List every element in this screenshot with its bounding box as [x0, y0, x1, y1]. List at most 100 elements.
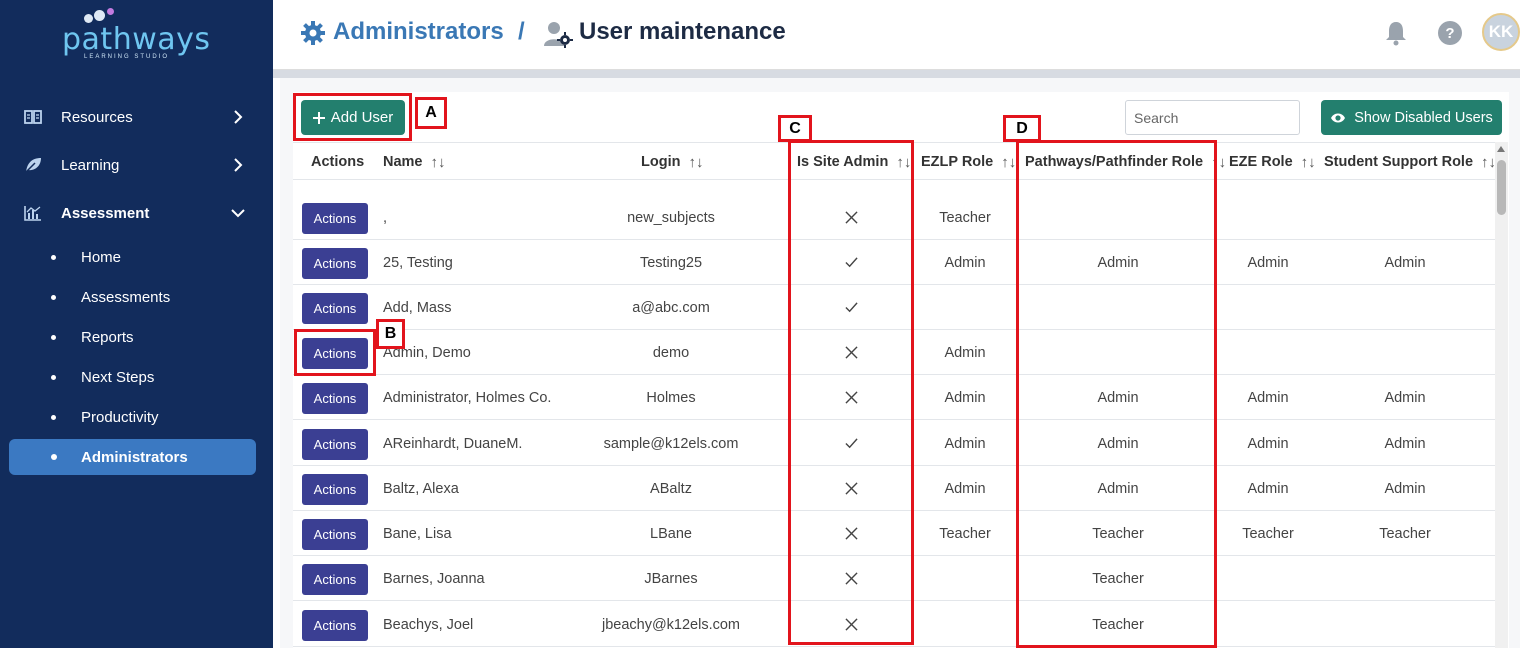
actions-button[interactable]: Actions: [302, 564, 368, 595]
scroll-up-arrow[interactable]: [1497, 146, 1505, 152]
cell-ezlp-role: Admin: [944, 435, 986, 452]
help-icon[interactable]: ?: [1438, 21, 1462, 45]
cell-ezlp-role: Admin: [944, 389, 986, 406]
actions-button[interactable]: Actions: [302, 203, 368, 234]
eye-icon: [1331, 113, 1346, 122]
actions-button[interactable]: Actions: [302, 293, 368, 324]
actions-button[interactable]: Actions: [302, 383, 368, 414]
breadcrumb-separator: /: [518, 18, 525, 45]
cell-student-support-role: Admin: [1384, 480, 1426, 497]
scrollbar[interactable]: [1495, 142, 1508, 648]
cell-login: JBarnes: [644, 570, 698, 587]
column-header-ezlp-role[interactable]: EZLP Role ↑↓: [921, 143, 1016, 181]
book-icon: [24, 110, 42, 124]
header-divider: [273, 70, 1520, 78]
chevron-down-icon: [231, 209, 245, 218]
cell-ezlp-role: [915, 285, 1015, 330]
page-header: Administrators / User maintenance ? KK: [273, 0, 1520, 70]
cell-eze-role: Admin: [1247, 480, 1289, 497]
cell-eze-role: Admin: [1247, 435, 1289, 452]
sort-icon[interactable]: ↑↓: [1481, 154, 1496, 171]
sidebar-item-label: Assessment: [61, 204, 150, 222]
column-header-student-support-role[interactable]: Student Support Role ↑↓: [1324, 143, 1496, 181]
sort-icon[interactable]: ↑↓: [1301, 154, 1316, 171]
cell-eze-role: [1218, 285, 1318, 330]
bullet-icon: [51, 374, 56, 380]
column-header-actions: Actions: [311, 154, 365, 170]
sort-icon[interactable]: ↑↓: [431, 154, 446, 171]
sidebar-item-label: Learning: [61, 156, 120, 174]
annotation-label-a: A: [415, 97, 447, 129]
cell-student-support-role: [1345, 330, 1465, 375]
sidebar-subitem-reports[interactable]: Reports: [0, 319, 273, 355]
annotation-label-c: C: [778, 115, 812, 142]
sidebar-subitem-label: Administrators: [81, 448, 188, 466]
cell-ezlp-role: Admin: [944, 254, 986, 271]
sidebar-item-learning[interactable]: Learning: [0, 145, 273, 185]
cell-name: Baltz, Alexa: [383, 480, 459, 497]
bullet-icon: [51, 414, 56, 420]
annotation-box-a: [293, 93, 412, 141]
annotation-label-b: B: [376, 319, 405, 349]
user-gear-icon: [544, 22, 573, 48]
sidebar-subitem-label: Home: [81, 248, 122, 266]
cell-login: LBane: [650, 525, 692, 542]
cell-ezlp-role: [915, 602, 1015, 647]
sidebar-item-resources[interactable]: Resources: [0, 97, 273, 137]
column-header-eze-role[interactable]: EZE Role ↑↓: [1229, 143, 1316, 181]
cell-eze-role: [1218, 195, 1318, 240]
sidebar-item-label: Resources: [61, 108, 133, 126]
cell-login: jbeachy@k12els.com: [601, 616, 741, 633]
pathways-logo[interactable]: pathways LEARNING STUDIO: [62, 8, 212, 63]
sort-icon[interactable]: ↑↓: [688, 154, 703, 171]
column-header-name[interactable]: Name ↑↓: [383, 143, 446, 181]
cell-student-support-role: Admin: [1384, 435, 1426, 452]
actions-button[interactable]: Actions: [302, 248, 368, 279]
logo-dot: [94, 10, 105, 21]
cell-student-support-role: [1345, 285, 1465, 330]
show-disabled-users-button[interactable]: Show Disabled Users: [1321, 100, 1502, 135]
cell-ezlp-role: Admin: [944, 344, 986, 361]
cell-eze-role: [1218, 330, 1318, 375]
sidebar-subitem-next-steps[interactable]: Next Steps: [0, 359, 273, 395]
cell-student-support-role: Teacher: [1379, 525, 1431, 542]
actions-button[interactable]: Actions: [302, 429, 368, 460]
page-title: User maintenance: [579, 18, 786, 45]
actions-button[interactable]: Actions: [302, 474, 368, 505]
sidebar-subitem-administrators[interactable]: Administrators: [9, 439, 256, 475]
sort-icon[interactable]: ↑↓: [1001, 154, 1016, 171]
actions-button[interactable]: Actions: [302, 610, 368, 641]
cell-eze-role: [1218, 602, 1318, 647]
cell-login: sample@k12els.com: [603, 435, 739, 452]
sidebar-subitem-home[interactable]: Home: [0, 239, 273, 275]
sidebar-subitem-productivity[interactable]: Productivity: [0, 399, 273, 435]
sidebar-item-assessment[interactable]: Assessment: [0, 193, 273, 233]
sidebar-subitem-label: Next Steps: [81, 368, 155, 386]
leaf-icon: [25, 158, 41, 173]
cell-eze-role: Teacher: [1242, 525, 1294, 542]
cell-student-support-role: [1345, 556, 1465, 601]
cell-student-support-role: [1345, 195, 1465, 240]
annotation-box-b: [294, 329, 376, 376]
cell-name: Beachys, Joel: [383, 616, 474, 633]
search-input[interactable]: [1125, 100, 1300, 135]
show-disabled-label: Show Disabled Users: [1354, 109, 1493, 126]
bell-icon[interactable]: [1384, 20, 1408, 46]
sidebar-subitem-label: Assessments: [81, 288, 171, 306]
cell-eze-role: [1218, 556, 1318, 601]
scrollbar-thumb[interactable]: [1497, 160, 1506, 215]
sidebar-subitem-assessments[interactable]: Assessments: [0, 279, 273, 315]
cell-student-support-role: Admin: [1384, 389, 1426, 406]
cell-login: Holmes: [646, 389, 696, 406]
chevron-right-icon: [234, 158, 243, 172]
sidebar-subitem-label: Reports: [81, 328, 134, 346]
actions-button[interactable]: Actions: [302, 519, 368, 550]
cell-login: ABaltz: [650, 480, 692, 497]
annotation-box-d: [1016, 140, 1217, 648]
bullet-icon: [51, 334, 56, 340]
cell-name: Administrator, Holmes Co.: [383, 389, 552, 406]
avatar[interactable]: KK: [1482, 13, 1520, 51]
column-header-login[interactable]: Login ↑↓: [641, 143, 703, 181]
breadcrumb-administrators[interactable]: Administrators: [333, 18, 504, 46]
cell-student-support-role: Admin: [1384, 254, 1426, 271]
